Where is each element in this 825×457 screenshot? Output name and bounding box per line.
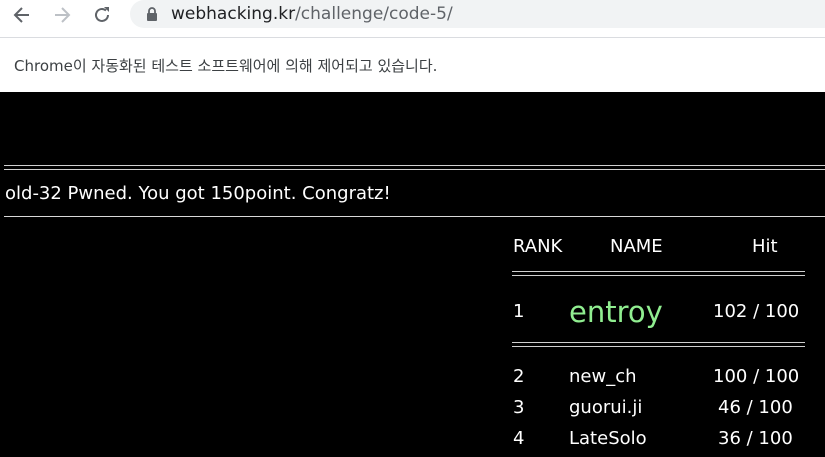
challenge-page: old-32 Pwned. You got 150point. Congratz… — [0, 92, 825, 457]
url-host: webhacking.kr — [171, 4, 296, 24]
url-text[interactable]: webhacking.kr/challenge/code-5/ — [171, 3, 453, 25]
back-button[interactable] — [8, 1, 36, 29]
top-name: entroy — [569, 295, 663, 329]
row-rank: 4 — [513, 428, 525, 449]
url-path: /challenge/code-5/ — [295, 4, 453, 24]
browser-toolbar: webhacking.kr/challenge/code-5/ — [0, 0, 825, 37]
header-rank: RANK — [513, 236, 563, 257]
divider-top — [4, 165, 825, 170]
row-hit: 46 / 100 — [718, 397, 793, 418]
row-name: guorui.ji — [569, 397, 643, 418]
row-hit: 36 / 100 — [718, 428, 793, 449]
automation-infobar: Chrome이 자동화된 테스트 소프트웨어에 의해 제어되고 있습니다. — [0, 37, 825, 92]
pwned-message: old-32 Pwned. You got 150point. Congratz… — [5, 183, 391, 204]
forward-arrow-icon — [55, 7, 71, 23]
top-hit: 102 / 100 — [713, 301, 800, 322]
header-name: NAME — [610, 236, 663, 257]
reload-button[interactable] — [88, 1, 116, 29]
row-hit: 100 / 100 — [713, 366, 800, 387]
row-rank: 2 — [513, 366, 525, 387]
top-rank: 1 — [513, 301, 525, 322]
divider-message — [4, 216, 825, 217]
top-separator — [512, 342, 805, 347]
header-separator — [512, 271, 805, 276]
forward-button[interactable] — [48, 1, 76, 29]
row-rank: 3 — [513, 397, 525, 418]
automation-notice: Chrome이 자동화된 테스트 소프트웨어에 의해 제어되고 있습니다. — [14, 57, 438, 75]
back-arrow-icon — [13, 7, 29, 23]
header-hit: Hit — [752, 236, 778, 257]
row-name: new_ch — [569, 366, 637, 387]
reload-icon — [95, 7, 109, 22]
row-name: LateSolo — [569, 428, 647, 449]
lock-icon — [147, 7, 157, 21]
